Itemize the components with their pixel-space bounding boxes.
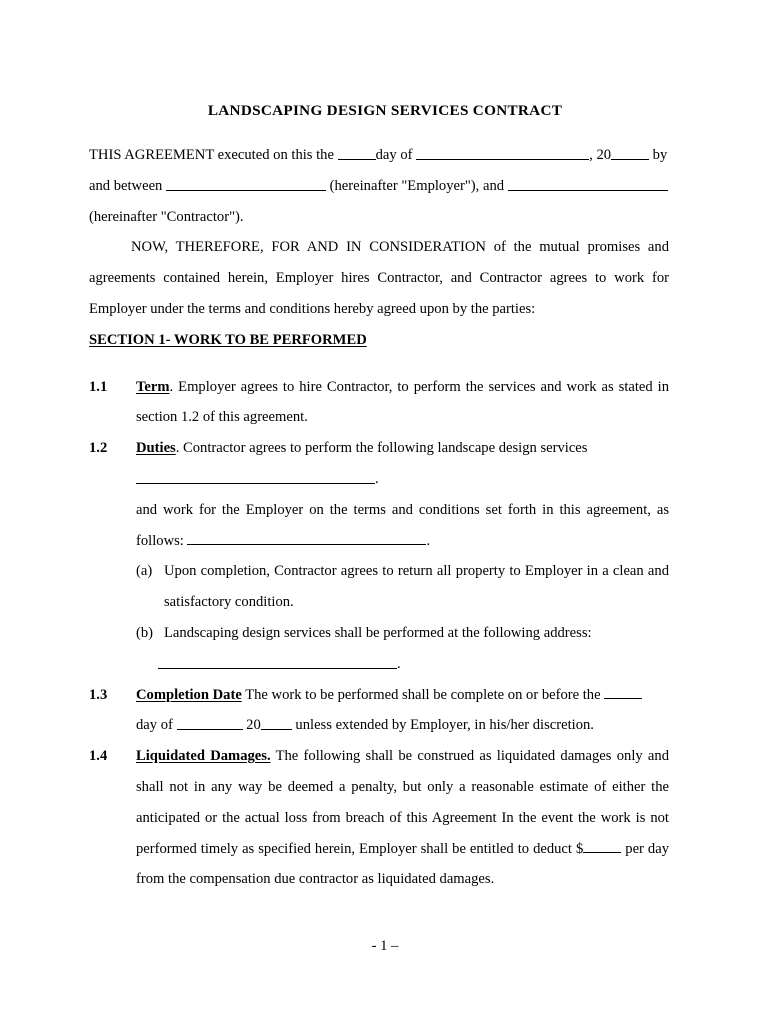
subitem-a-text: Upon completion, Contractor agrees to re… — [164, 563, 669, 611]
clause-1-3: 1.3 Completion Date The work to be perfor… — [89, 680, 669, 742]
subitem-label: (b) — [136, 624, 154, 641]
clause-1-2-continuation: and work for the Employer on the terms a… — [89, 495, 669, 557]
blank-contractor-name[interactable] — [507, 176, 668, 191]
clause-separator: . — [169, 378, 179, 395]
page-number-footer: - 1 – — [371, 938, 399, 954]
clause-1-3-text-b: day of — [136, 717, 177, 734]
preamble-line-2: and between (hereinafter "Employer"), an… — [89, 171, 669, 202]
preamble-text-a: THIS AGREEMENT executed on this the — [89, 147, 338, 163]
blank-completion-month[interactable] — [176, 716, 243, 731]
document-body: THIS AGREEMENT executed on this the day … — [89, 140, 669, 895]
subitem-b-text: Landscaping design services shall be per… — [164, 624, 592, 641]
clause-1-2-blank-tail: . — [375, 470, 379, 487]
clause-lead-duties: Duties — [136, 440, 176, 457]
subitem-label: (a) — [136, 563, 153, 580]
preamble-text-c: , 20 — [589, 147, 612, 163]
clause-1-3-text-a: The work to be performed shall be comple… — [245, 686, 605, 703]
recital-text: NOW, THEREFORE, FOR AND IN CONSIDERATION… — [89, 239, 669, 317]
document-page: LANDSCAPING DESIGN SERVICES CONTRACT THI… — [0, 0, 770, 1024]
preamble-line-3: (hereinafter "Contractor"). — [89, 202, 669, 233]
clause-number: 1.1 — [89, 378, 108, 395]
clause-separator: . — [175, 440, 184, 457]
blank-year[interactable] — [611, 145, 650, 160]
preamble-text-e: and between — [89, 177, 166, 194]
clause-lead-liquidated-damages: Liquidated Damages. — [136, 748, 271, 765]
preamble-text-d: by — [649, 147, 668, 163]
preamble-text-f: (hereinafter "Employer"), and — [326, 177, 508, 194]
clause-1-1-text: Employer agrees to hire Contractor, to p… — [136, 378, 670, 426]
clause-lead-completion-date: Completion Date — [136, 686, 242, 703]
subitem-b: (b) Landscaping design services shall be … — [89, 618, 669, 649]
blank-employer-name[interactable] — [166, 176, 326, 191]
subitem-b-blank-row: . — [89, 649, 669, 680]
blank-service-address[interactable] — [158, 654, 397, 669]
blank-duties-follows[interactable] — [187, 531, 427, 546]
clause-number: 1.2 — [89, 440, 108, 457]
blank-day[interactable] — [337, 145, 376, 160]
clause-1-1: 1.1 Term. Employer agrees to hire Contrac… — [89, 372, 669, 434]
subitem-a: (a) Upon completion, Contractor agrees to… — [89, 556, 669, 618]
clause-1-4: 1.4 Liquidated Damages. The following sha… — [89, 741, 669, 895]
clause-lead-term: Term — [136, 378, 170, 395]
blank-completion-day[interactable] — [604, 685, 643, 700]
blank-month[interactable] — [416, 145, 590, 160]
blank-damages-amount[interactable] — [583, 839, 622, 854]
clause-1-2-continuation-tail: . — [426, 532, 431, 549]
page-title: LANDSCAPING DESIGN SERVICES CONTRACT — [207, 102, 563, 120]
clause-1-2-blank-row: . — [89, 464, 669, 495]
blank-duties-services[interactable] — [136, 469, 375, 484]
section-1-heading: SECTION 1- WORK TO BE PERFORMED — [89, 331, 367, 348]
clause-1-2: 1.2 Duties. Contractor agrees to perform … — [89, 433, 669, 464]
clause-number: 1.3 — [89, 686, 108, 703]
preamble-text-g: (hereinafter "Contractor"). — [89, 208, 244, 225]
preamble-text-b: day of — [375, 147, 417, 163]
clause-1-2-text: Contractor agrees to perform the followi… — [183, 440, 588, 457]
clause-1-3-text-c: 20 — [242, 717, 261, 734]
recital-paragraph: NOW, THEREFORE, FOR AND IN CONSIDERATION… — [89, 232, 669, 324]
clause-number: 1.4 — [89, 748, 108, 765]
section-heading-row: SECTION 1- WORK TO BE PERFORMED — [89, 325, 669, 356]
blank-completion-year[interactable] — [260, 716, 292, 731]
preamble-line-1: THIS AGREEMENT executed on this the day … — [89, 140, 669, 171]
clause-1-3-text-d: unless extended by Employer, in his/her … — [291, 717, 594, 734]
subitem-b-blank-tail: . — [397, 655, 401, 672]
